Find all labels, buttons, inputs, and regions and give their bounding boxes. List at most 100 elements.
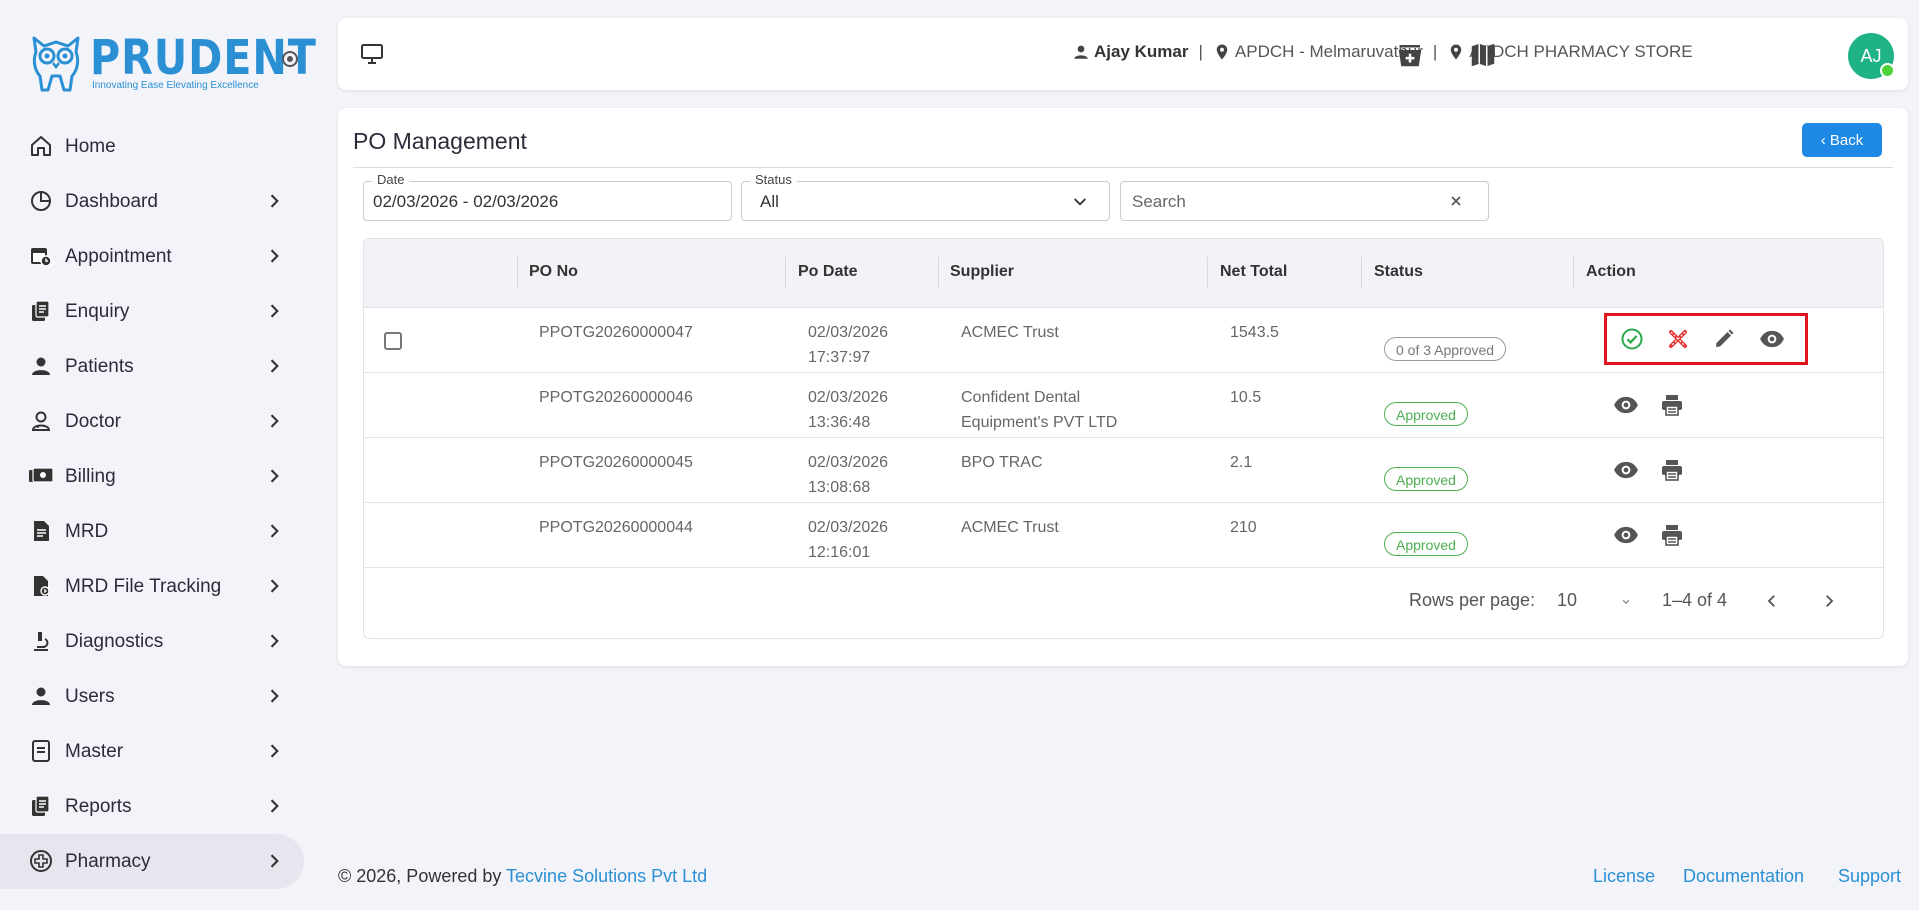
map-icon[interactable] (1468, 40, 1498, 70)
view-icon[interactable] (1612, 456, 1640, 484)
date-range-value[interactable]: 02/03/2026 - 02/03/2026 (373, 192, 558, 212)
chevron-down-icon[interactable] (1071, 193, 1089, 211)
sidebar-item-diagnostics[interactable]: Diagnostics (0, 614, 304, 669)
sidebar-item-enquiry[interactable]: Enquiry (0, 284, 304, 339)
chevron-right-icon (264, 631, 284, 651)
date-range-field[interactable]: Date 02/03/2026 - 02/03/2026 (363, 172, 732, 221)
net-total: 10.5 (1230, 389, 1262, 406)
chevron-right-icon (264, 411, 284, 431)
search-field[interactable] (1120, 181, 1489, 221)
sidebar-item-billing[interactable]: Billing (0, 449, 304, 504)
sidebar-item-patients[interactable]: Patients (0, 339, 304, 394)
top-bar: Ajay Kumar | APDCH - Melmaruvathur | APD… (338, 18, 1908, 90)
sidebar-item-doctor[interactable]: Doctor (0, 394, 304, 449)
search-input[interactable] (1130, 190, 1434, 214)
doctor-icon (28, 408, 54, 434)
status-badge: Approved (1384, 402, 1468, 426)
net-total: 2.1 (1230, 454, 1253, 471)
row-checkbox[interactable] (384, 332, 402, 350)
sidebar: PRUDENT Innovating Ease Elevating Excell… (0, 0, 316, 910)
user-avatar[interactable]: AJ (1848, 33, 1895, 79)
store-name[interactable]: APDCH PHARMACY STORE (1469, 42, 1692, 62)
pharmacy-store-icon[interactable] (1395, 40, 1425, 70)
documentation-link[interactable]: Documentation (1683, 866, 1804, 887)
status-badge: Approved (1384, 467, 1468, 491)
document-icon (28, 518, 54, 544)
po-date: 02/03/2026 13:36:48 (808, 389, 889, 431)
person-icon (28, 683, 54, 709)
license-link[interactable]: License (1593, 866, 1655, 887)
sidebar-item-users[interactable]: Users (0, 669, 304, 724)
user-name[interactable]: Ajay Kumar (1094, 42, 1188, 62)
online-status-dot (1880, 63, 1895, 78)
sidebar-item-label: Patients (65, 355, 134, 377)
sidebar-pin-toggle[interactable] (282, 51, 298, 67)
desktop-icon[interactable] (360, 42, 384, 66)
money-icon (28, 463, 54, 489)
chevron-right-icon (264, 741, 284, 761)
company-link[interactable]: Tecvine Solutions Pvt Ltd (506, 866, 707, 886)
sidebar-item-pharmacy[interactable]: Pharmacy (0, 834, 304, 889)
chevron-right-icon (264, 191, 284, 211)
sidebar-item-label: Appointment (65, 245, 172, 267)
po-date: 02/03/2026 17:37:97 (808, 324, 889, 366)
footer-copyright: © 2026, Powered by Tecvine Solutions Pvt… (338, 866, 707, 887)
sidebar-item-appointment[interactable]: Appointment (0, 229, 304, 284)
sidebar-item-home[interactable]: Home (0, 119, 304, 174)
print-icon[interactable] (1658, 391, 1686, 419)
view-icon[interactable] (1758, 325, 1786, 353)
print-icon[interactable] (1658, 521, 1686, 549)
home-icon (28, 133, 54, 159)
chevron-down-icon[interactable] (1621, 597, 1631, 607)
edit-icon[interactable] (1710, 325, 1738, 353)
sidebar-item-mrd[interactable]: MRD (0, 504, 304, 559)
po-number: PPOTG20260000045 (539, 454, 693, 471)
column-header-supplier[interactable]: Supplier (950, 263, 1014, 281)
supplier-name: BPO TRAC (961, 454, 1043, 471)
sidebar-item-master[interactable]: Master (0, 724, 304, 779)
pharmacy-icon (28, 848, 54, 874)
rows-per-page-select[interactable]: 10 (1557, 590, 1577, 611)
date-label: Date (372, 172, 410, 187)
view-icon[interactable] (1612, 391, 1640, 419)
po-date: 02/03/2026 12:16:01 (808, 519, 889, 561)
supplier-name: ACMEC Trust (961, 519, 1059, 536)
support-link[interactable]: Support (1838, 866, 1901, 887)
chevron-right-icon (264, 466, 284, 486)
report-icon (28, 793, 54, 819)
calendar-clock-icon (28, 243, 54, 269)
next-page-button[interactable] (1816, 588, 1842, 614)
location-pin-icon (1451, 44, 1462, 60)
supplier-name: Confident Dental Equipment's PVT LTD (961, 389, 1118, 431)
column-header-po-no[interactable]: PO No (529, 263, 578, 281)
previous-page-button[interactable] (1759, 588, 1785, 614)
chevron-right-icon (264, 796, 284, 816)
status-select[interactable]: Status All (741, 172, 1110, 221)
sidebar-item-mrd-file-tracking[interactable]: MRD File Tracking (0, 559, 304, 614)
clear-search-icon[interactable] (1448, 193, 1464, 209)
table-row: PPOTG20260000044 02/03/2026 12:16:01 ACME… (364, 502, 1883, 568)
chevron-right-icon (264, 356, 284, 376)
back-button[interactable]: ‹ Back (1802, 123, 1882, 157)
status-badge: 0 of 3 Approved (1384, 337, 1507, 361)
table-row: PPOTG20260000046 02/03/2026 13:36:48 Conf… (364, 372, 1883, 438)
column-header-po-date[interactable]: Po Date (798, 263, 858, 281)
po-number: PPOTG20260000047 (539, 324, 693, 341)
po-date: 02/03/2026 13:08:68 (808, 454, 889, 496)
table-row: PPOTG20260000047 02/03/2026 17:37:97 ACME… (364, 307, 1883, 373)
status-label: Status (750, 172, 797, 187)
status-select-value[interactable]: All (760, 192, 779, 212)
reject-icon[interactable] (1664, 325, 1692, 353)
column-header-net-total[interactable]: Net Total (1220, 263, 1287, 281)
view-icon[interactable] (1612, 521, 1640, 549)
sidebar-item-label: Diagnostics (65, 630, 164, 652)
approve-icon[interactable] (1618, 325, 1646, 353)
net-total: 1543.5 (1230, 324, 1279, 341)
pagination-range: 1–4 of 4 (1662, 590, 1728, 610)
column-header-status[interactable]: Status (1374, 263, 1423, 281)
print-icon[interactable] (1658, 456, 1686, 484)
sidebar-item-dashboard[interactable]: Dashboard (0, 174, 304, 229)
sidebar-item-reports[interactable]: Reports (0, 779, 304, 834)
prudent-logo[interactable]: PRUDENT Innovating Ease Elevating Excell… (30, 30, 316, 94)
sidebar-item-label: MRD (65, 520, 109, 542)
